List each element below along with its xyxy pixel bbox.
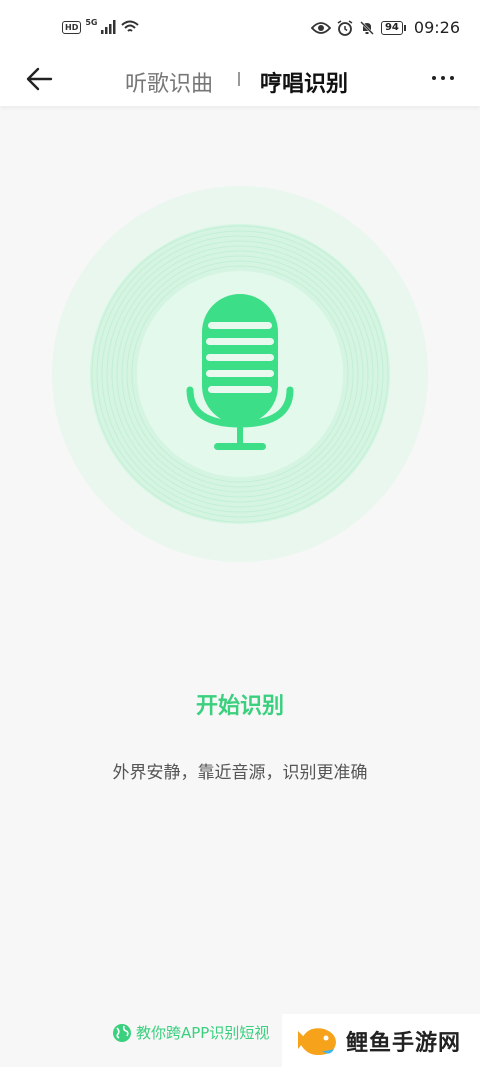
microphone-icon (186, 294, 294, 450)
tab-listen[interactable]: 听歌识曲 (125, 66, 213, 98)
battery-level: 94 (380, 20, 403, 35)
hum-recognition-screen: HD 5G 94 09:26 听歌识曲 哼唱识别 开始识别 外界安静，靠近音源，… (0, 0, 480, 1067)
mute-bell-icon (360, 20, 374, 35)
status-left: HD 5G (62, 17, 140, 34)
network-type-label: 5G (85, 17, 98, 27)
hd-badge: HD (62, 20, 82, 34)
more-button[interactable] (428, 72, 458, 84)
start-recognition-button[interactable]: 开始识别 (0, 688, 480, 720)
globe-icon (113, 1023, 131, 1042)
fish-logo-icon (298, 1027, 336, 1055)
cellular-signal-icon (101, 20, 116, 34)
arrow-left-icon (26, 67, 53, 91)
more-dot (450, 76, 454, 80)
eye-icon (310, 21, 331, 34)
tab-divider (238, 72, 240, 86)
watermark-text: 鲤鱼手游网 (346, 1030, 462, 1056)
clock: 09:26 (413, 18, 460, 37)
wifi-icon (121, 20, 140, 32)
tutorial-link-text: 教你跨APP识别短视 (136, 1024, 270, 1042)
back-button[interactable] (22, 62, 56, 96)
status-right: 94 09:26 (310, 18, 460, 37)
tab-hum[interactable]: 哼唱识别 (260, 66, 348, 98)
nav-bar: 听歌识曲 哼唱识别 (0, 56, 480, 106)
alarm-icon (337, 19, 353, 36)
watermark: 鲤鱼手游网 (282, 1014, 480, 1067)
status-bar: HD 5G 94 09:26 (0, 0, 480, 56)
more-dot (432, 76, 436, 80)
battery-indicator: 94 (380, 20, 406, 35)
tutorial-link[interactable]: 教你跨APP识别短视 (112, 1022, 269, 1043)
more-dot (441, 76, 445, 80)
hint-text: 外界安静，靠近音源，识别更准确 (112, 763, 368, 783)
battery-tip (403, 24, 406, 31)
mic-button[interactable] (52, 186, 428, 562)
